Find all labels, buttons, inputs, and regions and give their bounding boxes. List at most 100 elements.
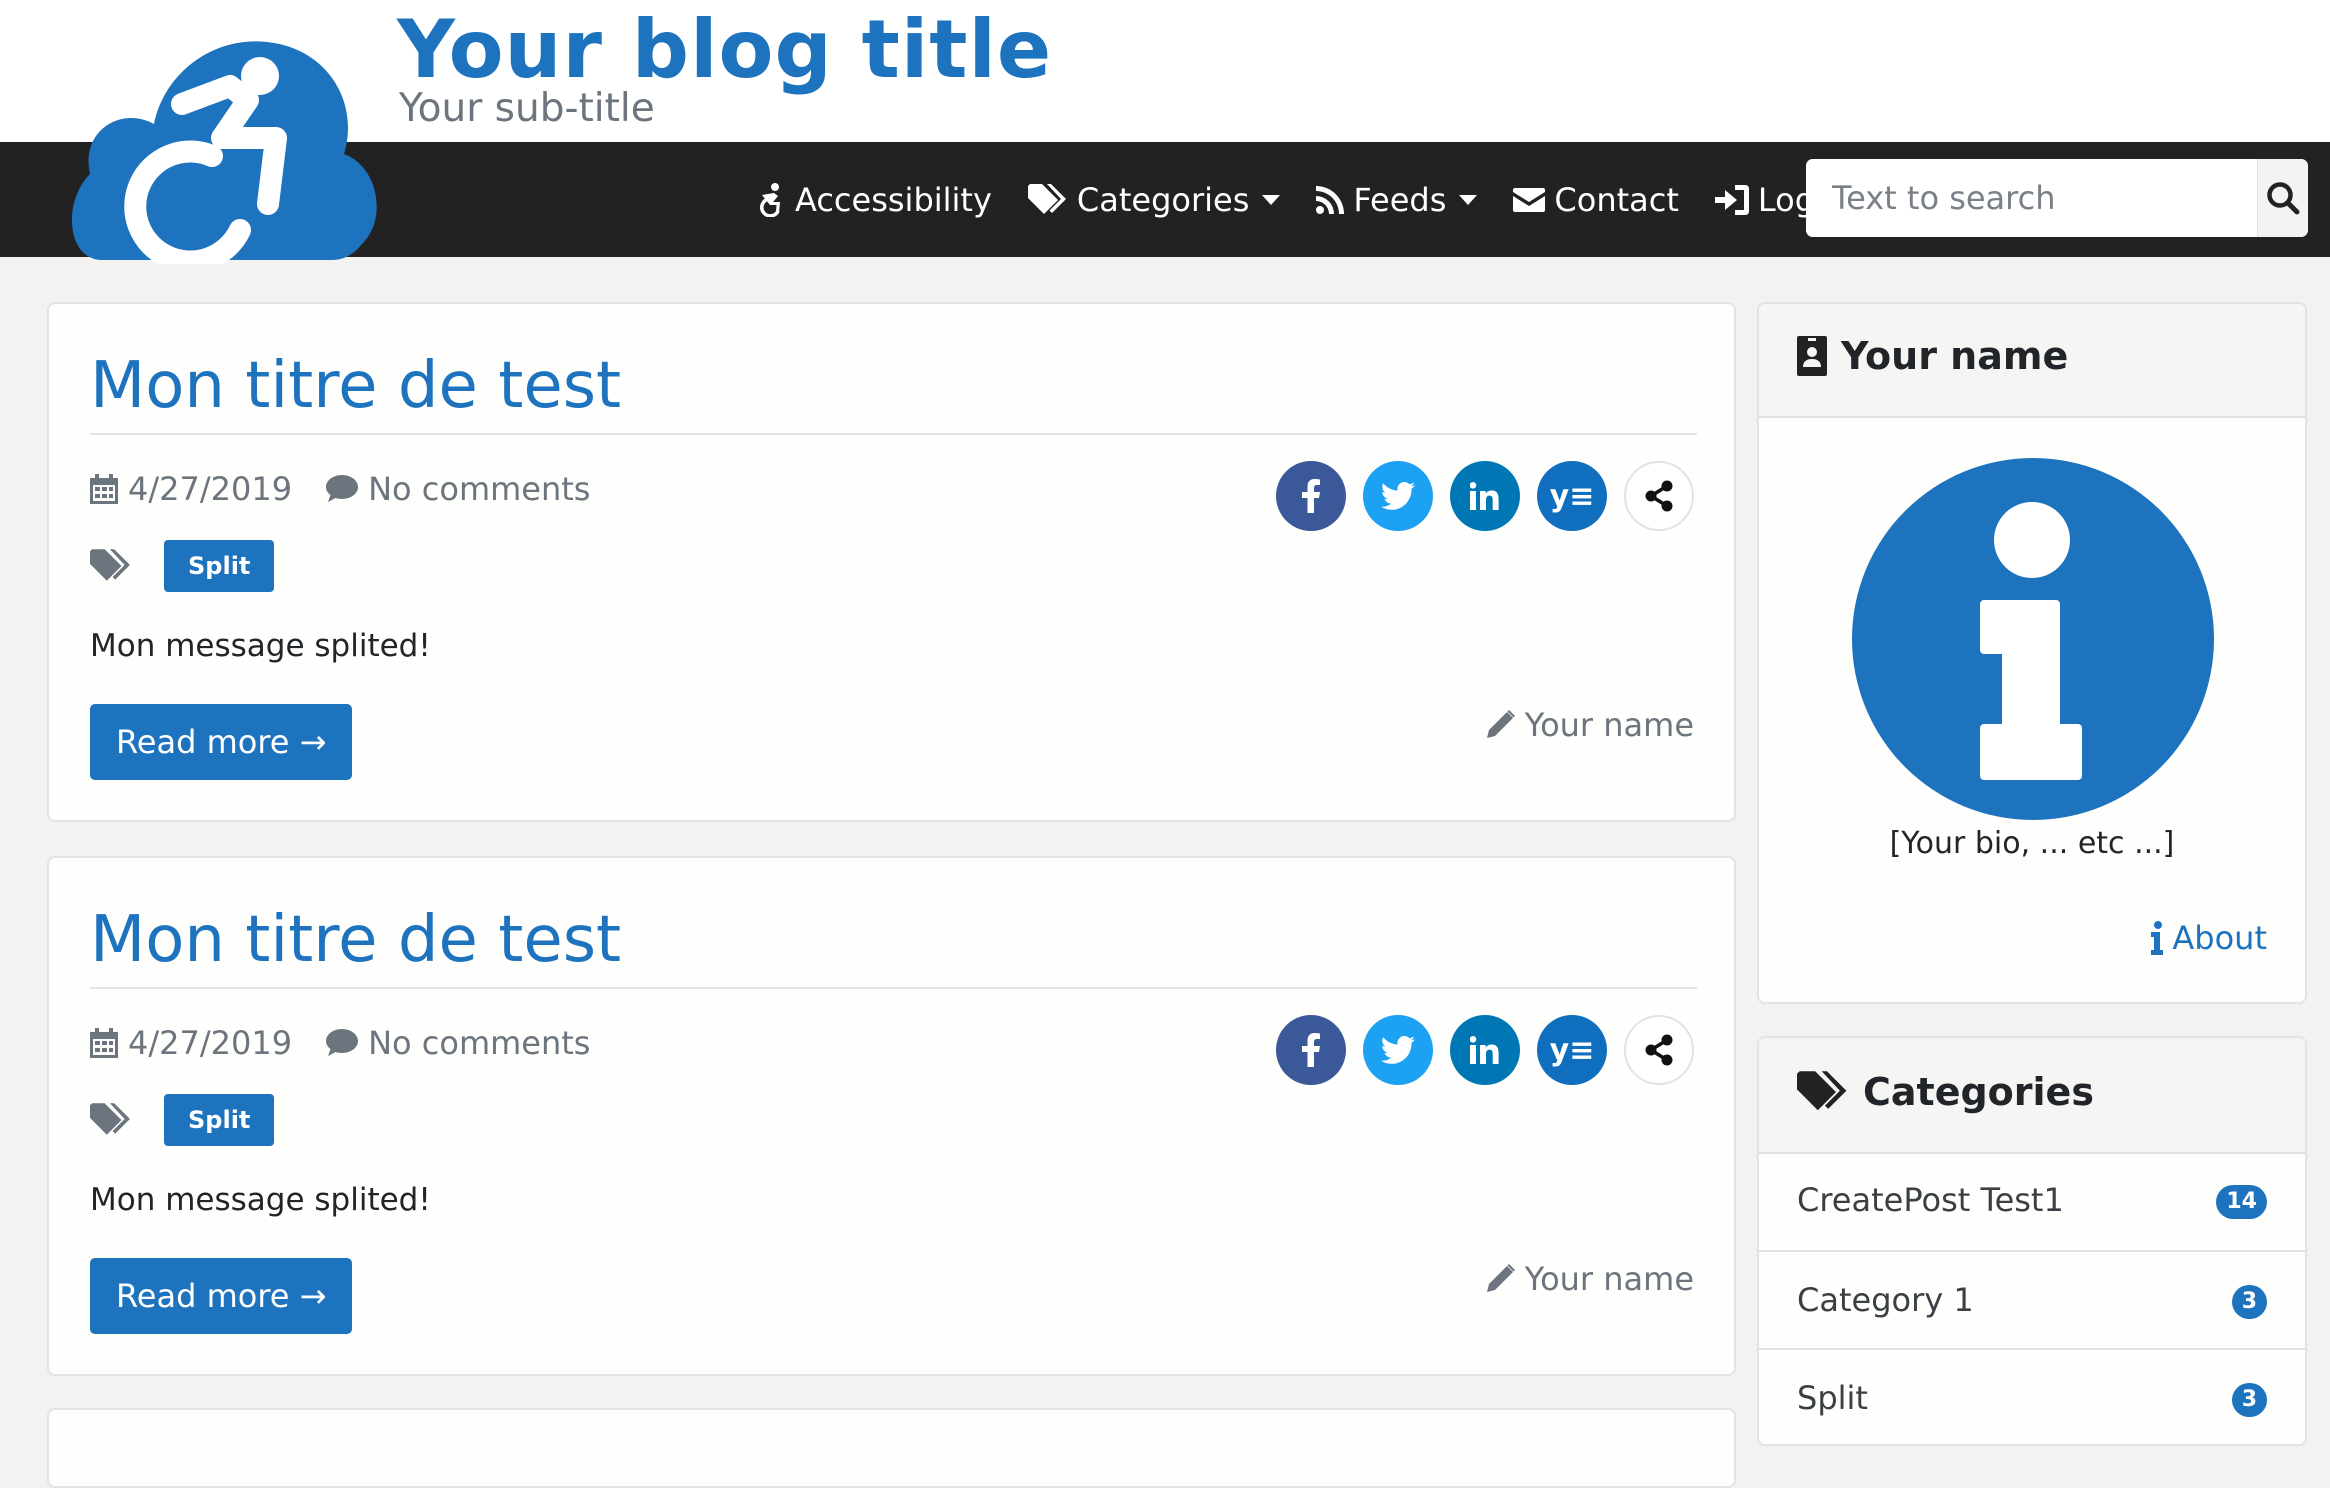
sign-in-icon <box>1714 184 1749 215</box>
share-alt-icon <box>1645 1034 1673 1066</box>
facebook-icon <box>1302 479 1320 513</box>
post-date: 4/27/2019 <box>128 1024 293 1062</box>
twitter-share-button[interactable] <box>1363 461 1433 531</box>
nav-categories[interactable]: Categories <box>1027 180 1281 219</box>
nav-categories-label: Categories <box>1076 180 1250 219</box>
post-author-name: Your name <box>1524 706 1694 744</box>
category-item[interactable]: Split 3 <box>1759 1348 2305 1444</box>
nav-contact-label: Contact <box>1554 180 1679 219</box>
post-meta: 4/27/2019 No comments <box>90 1018 590 1068</box>
share-more-button[interactable] <box>1624 1015 1694 1085</box>
categories-card: Categories CreatePost Test1 14 Category … <box>1757 1036 2307 1446</box>
info-circle-icon <box>1852 458 2214 820</box>
share-buttons: y≡ <box>1276 1015 1694 1085</box>
post-meta: 4/27/2019 No comments <box>90 464 590 514</box>
post-tags: Split <box>90 1094 275 1146</box>
post-author[interactable]: Your name <box>1485 1260 1694 1298</box>
envelope-icon <box>1513 187 1546 212</box>
nav-contact[interactable]: Contact <box>1513 181 1679 219</box>
post-card: Mon titre de test 4/27/2019 No comments … <box>47 856 1736 1376</box>
profile-name: Your name <box>1841 334 2069 378</box>
twitter-share-button[interactable] <box>1363 1015 1433 1085</box>
post-title[interactable]: Mon titre de test <box>90 900 621 980</box>
wheelchair-cloud-icon[interactable] <box>62 34 382 264</box>
share-buttons: y≡ <box>1276 461 1694 531</box>
comment-icon <box>326 1029 359 1056</box>
post-excerpt: Mon message splited! <box>90 1182 431 1218</box>
tag-badge[interactable]: Split <box>164 1094 275 1146</box>
rss-icon <box>1316 185 1345 214</box>
post-tags: Split <box>90 540 275 592</box>
tags-icon <box>1797 1071 1847 1111</box>
post-divider <box>90 987 1697 989</box>
category-label: CreatePost Test1 <box>1797 1181 2064 1219</box>
about-label: About <box>2172 919 2267 957</box>
pencil-icon <box>1486 710 1515 738</box>
accessible-icon <box>760 182 780 217</box>
yammer-icon: y≡ <box>1549 478 1595 514</box>
calendar-icon <box>90 1028 118 1058</box>
calendar-icon <box>90 474 118 504</box>
categories-heading: Categories <box>1863 1070 2094 1114</box>
category-count-badge: 14 <box>2216 1185 2267 1219</box>
post-card <box>47 1408 1736 1488</box>
categories-card-header: Categories <box>1759 1038 2305 1154</box>
category-item[interactable]: CreatePost Test1 14 <box>1759 1152 2305 1250</box>
tags-icon <box>90 1103 130 1135</box>
linkedin-icon <box>1470 482 1499 510</box>
category-label: Split <box>1797 1379 1868 1417</box>
profile-title: Your name <box>1797 334 2068 378</box>
linkedin-share-button[interactable] <box>1450 461 1520 531</box>
share-alt-icon <box>1645 480 1673 512</box>
facebook-share-button[interactable] <box>1276 1015 1346 1085</box>
tags-icon <box>90 549 130 581</box>
profile-card-header: Your name <box>1759 304 2305 418</box>
category-item[interactable]: Category 1 3 <box>1759 1250 2305 1348</box>
nav-feeds-label: Feeds <box>1353 180 1447 219</box>
search-button[interactable] <box>2257 159 2308 237</box>
profile-card: Your name [Your bio, ... etc ...] About <box>1757 302 2307 1004</box>
post-comments-link[interactable]: No comments <box>368 1024 590 1062</box>
category-label: Category 1 <box>1797 1281 1974 1319</box>
facebook-icon <box>1302 1033 1320 1067</box>
nav-accessibility-label: Accessibility <box>795 180 992 219</box>
chevron-down-icon <box>1262 194 1281 205</box>
chevron-down-icon <box>1459 194 1478 205</box>
nav-feeds[interactable]: Feeds <box>1316 180 1478 219</box>
search-form <box>1806 159 2308 237</box>
tags-icon <box>1027 183 1066 214</box>
facebook-share-button[interactable] <box>1276 461 1346 531</box>
about-link[interactable]: About <box>2150 919 2267 957</box>
comment-icon <box>326 475 359 502</box>
post-author-name: Your name <box>1524 1260 1694 1298</box>
post-title[interactable]: Mon titre de test <box>90 346 621 426</box>
twitter-icon <box>1381 1036 1415 1064</box>
yammer-share-button[interactable]: y≡ <box>1537 1015 1607 1085</box>
search-icon <box>2267 182 2300 215</box>
nav-accessibility[interactable]: Accessibility <box>758 181 992 219</box>
info-icon <box>2151 921 2164 955</box>
post-date: 4/27/2019 <box>128 470 293 508</box>
blog-title[interactable]: Your blog title <box>397 2 1052 98</box>
address-card-icon <box>1797 336 1827 376</box>
read-more-button[interactable]: Read more → <box>90 1258 353 1334</box>
profile-bio: [Your bio, ... etc ...] <box>1889 826 2175 861</box>
linkedin-icon <box>1470 1036 1499 1064</box>
read-more-button[interactable]: Read more → <box>90 704 353 780</box>
blog-subtitle: Your sub-title <box>399 86 655 131</box>
post-comments-link[interactable]: No comments <box>368 470 590 508</box>
share-more-button[interactable] <box>1624 461 1694 531</box>
pencil-icon <box>1486 1264 1515 1292</box>
categories-title: Categories <box>1797 1070 2094 1114</box>
post-divider <box>90 433 1697 435</box>
tag-badge[interactable]: Split <box>164 540 275 592</box>
category-count-badge: 3 <box>2231 1285 2267 1319</box>
yammer-icon: y≡ <box>1549 1032 1595 1068</box>
category-count-badge: 3 <box>2231 1383 2267 1417</box>
post-author[interactable]: Your name <box>1485 706 1694 744</box>
post-excerpt: Mon message splited! <box>90 628 431 664</box>
yammer-share-button[interactable]: y≡ <box>1537 461 1607 531</box>
search-input[interactable] <box>1806 159 2257 237</box>
linkedin-share-button[interactable] <box>1450 1015 1520 1085</box>
post-card: Mon titre de test 4/27/2019 No comments … <box>47 302 1736 822</box>
